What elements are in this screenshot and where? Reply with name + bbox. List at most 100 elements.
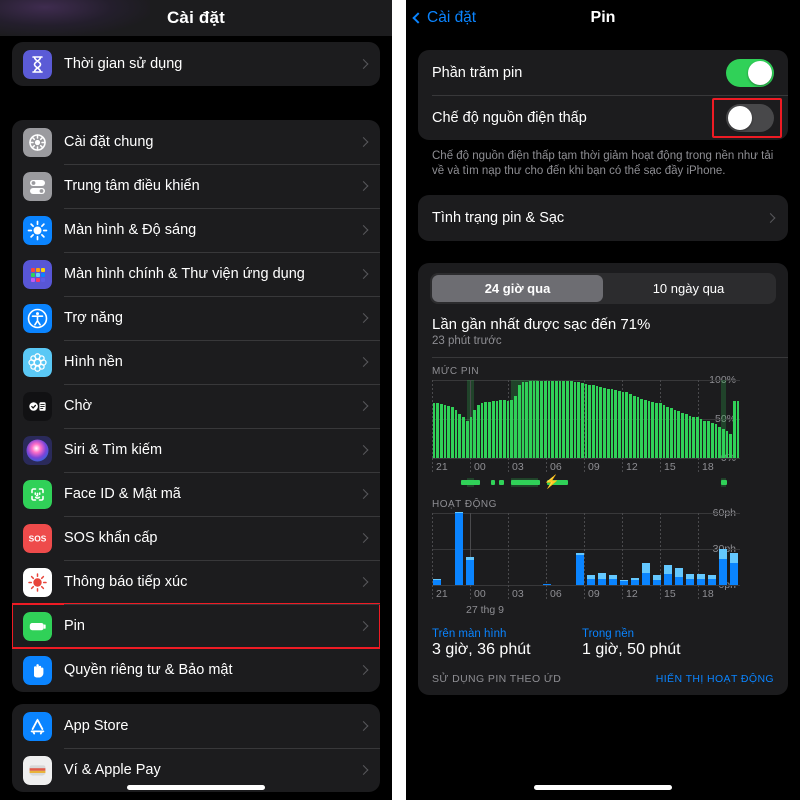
activity-bar <box>608 575 617 585</box>
battery-icon <box>23 611 52 641</box>
battery-bar <box>551 380 554 458</box>
activity-bar-background-part <box>576 552 584 555</box>
settings-row-label: Siri & Tìm kiếm <box>64 442 163 458</box>
activity-bar-background-part <box>454 511 463 513</box>
settings-list[interactable]: Thời gian sử dụng Cài đặt chung Trung tâm … <box>0 36 392 800</box>
battery-bar <box>669 408 673 458</box>
battery-x-axis: 21 00 03 06 09 12 15 18 <box>432 458 736 476</box>
battery-bar <box>644 400 647 458</box>
activity-bar-background-part <box>587 575 595 579</box>
x-tick-line <box>470 458 471 474</box>
x-tick-line <box>622 458 623 474</box>
panel-divider <box>392 0 406 800</box>
battery-bar <box>606 388 610 458</box>
x-tick-label: 09 <box>588 588 600 600</box>
activity-bar-background-part <box>641 563 650 573</box>
battery-bar <box>439 404 443 458</box>
control-center-icon <box>23 171 52 201</box>
settings-row-control-center[interactable]: Trung tâm điều khiển <box>12 164 380 208</box>
toggle-row-low-power-mode[interactable]: Chế độ nguồn điện thấp <box>418 95 788 140</box>
charging-segment <box>510 480 541 485</box>
battery-bar <box>554 380 558 458</box>
back-button-label: Cài đặt <box>427 9 477 26</box>
settings-row-exposure-notification[interactable]: Thông báo tiếp xúc <box>12 560 380 604</box>
settings-row-gear[interactable]: Cài đặt chung <box>12 120 380 164</box>
battery-bar <box>566 380 569 458</box>
settings-row-standby[interactable]: Chờ <box>12 384 380 428</box>
segment-24-hours[interactable]: 24 giờ qua <box>432 275 603 302</box>
battery-bar <box>658 403 662 458</box>
activity-bar <box>686 574 694 585</box>
battery-bar <box>629 394 632 458</box>
toggle-row-battery-percentage[interactable]: Phần trăm pin <box>418 50 788 95</box>
settings-row-wallpaper[interactable]: Hình nền <box>12 340 380 384</box>
battery-bar <box>584 383 588 458</box>
settings-row-accessibility[interactable]: Trợ năng <box>12 296 380 340</box>
settings-row-label: SOS khẩn cấp <box>64 530 158 546</box>
show-activity-link[interactable]: HIỂN THỊ HOẠT ĐỘNG <box>656 673 774 685</box>
activity-bar <box>697 574 705 585</box>
settings-row-brightness[interactable]: Màn hình & Độ sáng <box>12 208 380 252</box>
settings-group-1: Cài đặt chung Trung tâm điều khiển Màn hìn… <box>12 120 380 692</box>
battery-bar <box>614 390 618 458</box>
battery-bar <box>714 424 718 458</box>
battery-bar <box>662 404 666 458</box>
wallpaper-icon <box>23 347 52 377</box>
x-tick-label: 18 <box>702 461 714 473</box>
battery-toggles-group: Phần trăm pin Chế độ nguồn điện thấp <box>418 50 788 140</box>
battery-bar <box>491 401 495 458</box>
settings-row-sos[interactable]: SOS SOS khẩn cấp <box>12 516 380 560</box>
activity-bar-background-part <box>719 549 727 559</box>
charging-indicator-strip: ⚡ <box>432 475 736 488</box>
battery-bar <box>721 429 725 458</box>
battery-bar <box>503 400 506 458</box>
battery-bar <box>462 417 465 458</box>
chevron-right-icon <box>358 621 369 631</box>
battery-plot-area: 0%50%100% <box>432 374 740 464</box>
battery-bar <box>517 385 521 458</box>
settings-row-label: Pin <box>64 618 85 634</box>
activity-bar <box>675 568 683 585</box>
settings-row-face-id[interactable]: Face ID & Mật mã <box>12 472 380 516</box>
time-range-segmented-control[interactable]: 24 giờ qua 10 ngày qua <box>430 273 776 304</box>
battery-bar <box>580 383 584 458</box>
settings-row-siri[interactable]: Siri & Tìm kiếm <box>12 428 380 472</box>
back-button[interactable]: Cài đặt <box>412 9 477 27</box>
activity-bar-background-part <box>608 575 617 579</box>
battery-bar <box>540 380 543 458</box>
settings-row-label: Trợ năng <box>64 310 123 326</box>
activity-bar <box>641 563 650 585</box>
activity-bar <box>466 557 474 585</box>
settings-row-battery[interactable]: Pin <box>12 603 380 649</box>
usage-background: Trong nền 1 giờ, 50 phút <box>582 628 732 659</box>
settings-row-label: Cài đặt chung <box>64 134 154 150</box>
settings-row-hourglass[interactable]: Thời gian sử dụng <box>12 42 380 86</box>
home-screen-icon <box>23 259 52 289</box>
battery-bar <box>729 433 733 458</box>
segment-10-days[interactable]: 10 ngày qua <box>603 275 774 302</box>
battery-bar <box>506 401 510 458</box>
charging-segment <box>721 480 727 485</box>
chevron-right-icon <box>358 533 369 543</box>
x-tick-line <box>660 585 661 601</box>
battery-bar <box>569 380 573 458</box>
dual-screenshot-container: Cài đặt Thời gian sử dụng Cài đặt chung Tr… <box>0 0 800 800</box>
battery-bar <box>610 389 614 458</box>
settings-row-app-store[interactable]: App Store <box>12 704 380 748</box>
chevron-right-icon <box>358 445 369 455</box>
battery-bar <box>588 384 592 458</box>
battery-bar <box>677 411 681 458</box>
svg-text:SOS: SOS <box>29 533 47 543</box>
battery-bar <box>681 412 684 458</box>
battery-health-row[interactable]: Tình trạng pin & Sạc <box>418 195 788 241</box>
low-power-mode-switch[interactable] <box>726 103 774 132</box>
settings-row-home-screen[interactable]: Màn hình chính & Thư viện ứng dụng <box>12 252 380 296</box>
home-indicator-right <box>534 785 672 790</box>
battery-bar <box>673 409 677 458</box>
settings-row-privacy-hand[interactable]: Quyền riêng tư & Bảo mật <box>12 648 380 692</box>
x-tick-line <box>432 458 433 474</box>
battery-percentage-switch[interactable] <box>726 58 774 87</box>
battery-bar <box>458 413 462 458</box>
battery-bar <box>684 414 688 458</box>
settings-group-0: Thời gian sử dụng <box>12 42 380 86</box>
